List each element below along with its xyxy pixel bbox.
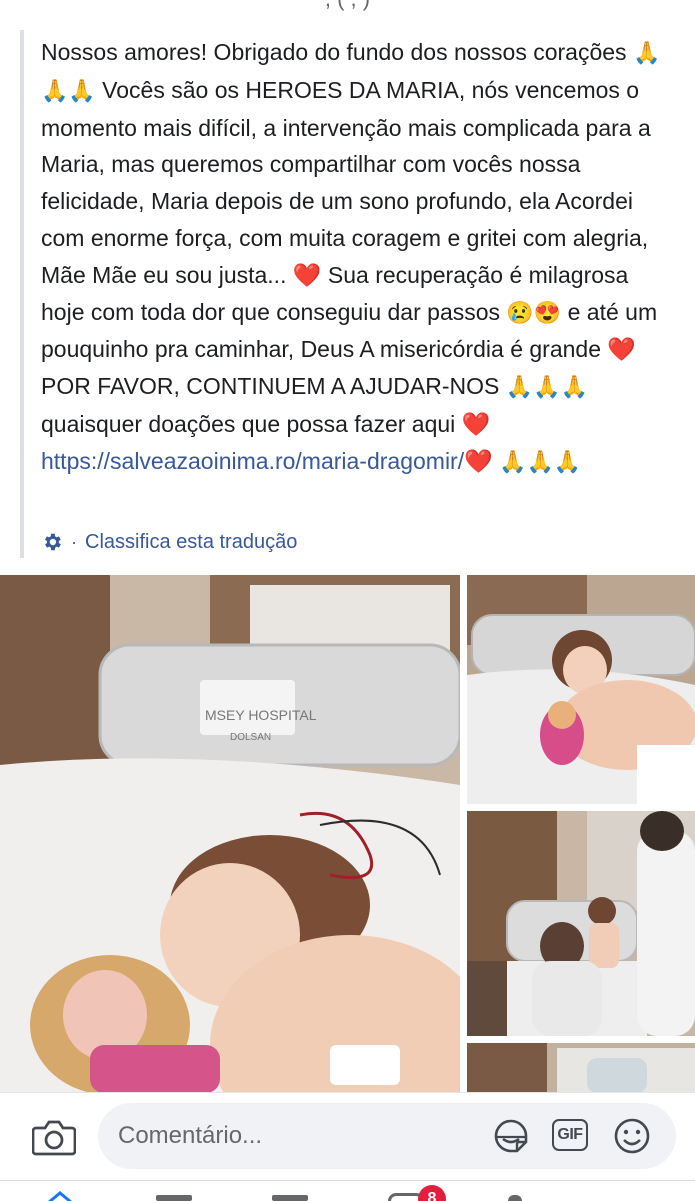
photo-top-right[interactable] bbox=[467, 575, 695, 804]
emoji-icon[interactable] bbox=[612, 1116, 652, 1156]
comment-placeholder: Comentário... bbox=[118, 1122, 263, 1149]
face-emojis: 😢😍 bbox=[506, 299, 562, 325]
bottom-tab-bar: 8 bbox=[0, 1180, 695, 1201]
comment-composer: Comentário... GIF bbox=[0, 1092, 695, 1181]
donation-link[interactable]: https://salveazaoinima.ro/maria-dragomir… bbox=[41, 448, 464, 474]
post-text-part: Nossos amores! Obrigado do fundo dos nos… bbox=[41, 39, 633, 65]
heart-emoji: ❤️ bbox=[461, 410, 491, 437]
post-text-part: POR FAVOR, CONTINUEM A AJUDAR-NOS bbox=[41, 373, 506, 400]
post-text: Nossos amores! Obrigado do fundo dos nos… bbox=[41, 34, 673, 481]
comment-input[interactable]: Comentário... GIF bbox=[98, 1103, 676, 1169]
translation-row[interactable]: · Classifica esta tradução bbox=[41, 527, 297, 557]
pray-emoji: 🙏🙏🙏 bbox=[505, 374, 588, 400]
heart-emoji: ❤️ bbox=[607, 336, 637, 363]
menu-tab-icon[interactable] bbox=[508, 1195, 522, 1201]
heart-emoji: ❤️ bbox=[464, 447, 493, 474]
camera-icon[interactable] bbox=[32, 1117, 76, 1157]
post-body: Nossos amores! Obrigado do fundo dos nos… bbox=[20, 30, 679, 558]
hospital-sign: MSEY HOSPITAL bbox=[205, 707, 317, 723]
gear-icon bbox=[45, 533, 61, 551]
rate-translation-link[interactable]: Classifica esta tradução bbox=[85, 531, 297, 554]
heart-emoji: ❤️ bbox=[292, 261, 322, 288]
notification-badge: 8 bbox=[418, 1185, 446, 1201]
photo-grid: MSEY HOSPITAL DOLSAN bbox=[0, 575, 695, 1093]
marketplace-tab-icon[interactable] bbox=[272, 1195, 308, 1201]
gif-icon[interactable]: GIF bbox=[552, 1119, 588, 1151]
post-text-part: quaisquer doações que possa fazer aqui bbox=[41, 410, 462, 437]
photo-main[interactable]: MSEY HOSPITAL DOLSAN bbox=[0, 575, 460, 1093]
post-text-part: Vocês são os HEROES DA MARIA, nós vencem… bbox=[41, 76, 651, 288]
photo-bottom-right[interactable] bbox=[467, 1043, 695, 1093]
watch-tab-icon[interactable] bbox=[156, 1195, 192, 1201]
photo-middle-right[interactable] bbox=[467, 811, 695, 1036]
pray-emoji: 🙏🙏🙏 bbox=[499, 448, 582, 474]
hospital-sign-sub: DOLSAN bbox=[230, 732, 271, 743]
previous-content-clip: , ( , ) bbox=[0, 0, 695, 11]
sticker-icon[interactable] bbox=[490, 1115, 532, 1157]
separator-dot: · bbox=[71, 531, 77, 552]
